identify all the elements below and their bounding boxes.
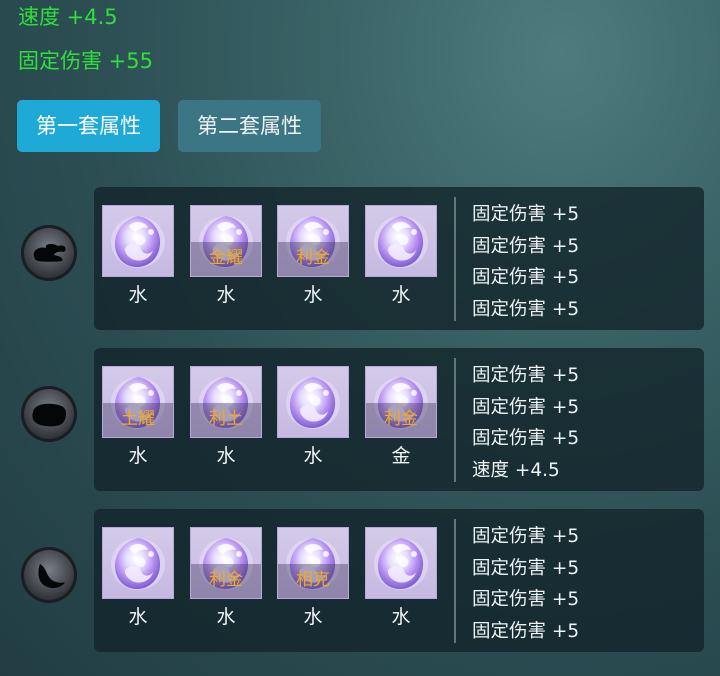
stat-line: 固定伤害 +5 <box>472 428 580 449</box>
gem-frame <box>277 366 349 438</box>
gem-frame <box>365 205 437 277</box>
gem-slot[interactable]: 相克 水 <box>277 527 349 629</box>
gem-bonus-tag: 相克 <box>278 564 348 598</box>
gem-element-label: 水 <box>391 284 411 306</box>
gem-element-label: 水 <box>303 284 323 306</box>
tab-attribute-set-1[interactable]: 第一套属性 <box>17 100 160 152</box>
stat-line: 固定伤害 +5 <box>472 396 580 418</box>
gem-frame: 利土 <box>190 366 262 438</box>
group-stat-list: 固定伤害 +5 固定伤害 +5 固定伤害 +5 速度 +4.5 <box>472 360 692 486</box>
gem-slot[interactable]: 水 <box>102 205 174 307</box>
group-divider <box>454 358 456 482</box>
water-gem-icon <box>366 206 436 276</box>
gem-frame: 利金 <box>190 527 262 599</box>
cloud-swirl-emblem-icon[interactable] <box>20 224 78 282</box>
set-bonus-speed: 速度 +4.5 <box>18 5 118 29</box>
gem-group-panel: 水 金耀 水 利金 水 水 固定伤害 +5 固定伤害 +5 固定伤害 +5 固定… <box>94 187 704 330</box>
gem-element-label: 水 <box>303 606 323 628</box>
stat-line: 固定伤害 +5 <box>472 589 580 610</box>
stat-line: 速度 +4.5 <box>472 459 560 481</box>
stat-line: 固定伤害 +5 <box>472 204 580 225</box>
gem-frame <box>365 527 437 599</box>
gem-frame: 相克 <box>277 527 349 599</box>
gem-bonus-tag: 利金 <box>278 242 348 276</box>
gem-slot[interactable]: 利金 水 <box>277 205 349 307</box>
tab-attribute-set-2[interactable]: 第二套属性 <box>178 100 321 152</box>
water-gem-icon <box>103 528 173 598</box>
gem-frame <box>102 527 174 599</box>
water-gem-icon <box>278 367 348 437</box>
gem-frame: 金耀 <box>190 205 262 277</box>
stat-line: 固定伤害 +5 <box>472 235 580 257</box>
gem-element-label: 水 <box>391 606 411 628</box>
gem-slot[interactable]: 水 <box>277 366 349 468</box>
gem-slot[interactable]: 水 <box>102 527 174 629</box>
gem-slot[interactable]: 金耀 水 <box>190 205 262 307</box>
stat-line: 固定伤害 +5 <box>472 267 580 288</box>
stat-line: 固定伤害 +5 <box>472 557 580 579</box>
gem-slot[interactable]: 水 <box>365 527 437 629</box>
gem-element-label: 金 <box>391 445 411 467</box>
stone-emblem-icon[interactable] <box>20 385 78 443</box>
stat-line: 固定伤害 +5 <box>472 526 580 547</box>
gem-bonus-tag: 金耀 <box>191 242 261 276</box>
group-divider <box>454 197 456 321</box>
gem-element-label: 水 <box>128 445 148 467</box>
gem-element-label: 水 <box>128 284 148 306</box>
gem-slot[interactable]: 水 <box>365 205 437 307</box>
gem-frame <box>102 205 174 277</box>
stat-line: 固定伤害 +5 <box>472 298 580 320</box>
gem-group-panel: 土耀 水 利土 水 水 利金 金 固定伤害 +5 固定伤害 +5 固定伤害 +5… <box>94 348 704 491</box>
gem-group-panel: 水 利金 水 相克 水 水 固定伤害 +5 固定伤害 +5 固定伤害 +5 固定… <box>94 509 704 652</box>
droplet-emblem-icon[interactable] <box>20 546 78 604</box>
water-gem-icon <box>366 528 436 598</box>
stat-line: 固定伤害 +5 <box>472 365 580 386</box>
gem-slot[interactable]: 利金 金 <box>365 366 437 468</box>
gem-frame: 利金 <box>365 366 437 438</box>
group-stat-list: 固定伤害 +5 固定伤害 +5 固定伤害 +5 固定伤害 +5 <box>472 521 692 647</box>
gem-element-label: 水 <box>216 606 236 628</box>
gem-element-label: 水 <box>216 445 236 467</box>
gem-frame: 利金 <box>277 205 349 277</box>
gem-frame: 土耀 <box>102 366 174 438</box>
group-stat-list: 固定伤害 +5 固定伤害 +5 固定伤害 +5 固定伤害 +5 <box>472 199 692 325</box>
set-bonus-fixed-damage: 固定伤害 +55 <box>18 49 153 73</box>
gem-element-label: 水 <box>303 445 323 467</box>
gem-element-label: 水 <box>216 284 236 306</box>
gem-bonus-tag: 利土 <box>191 403 261 437</box>
gem-bonus-tag: 利金 <box>366 403 436 437</box>
gem-slot[interactable]: 土耀 水 <box>102 366 174 468</box>
gem-bonus-tag: 土耀 <box>103 403 173 437</box>
stat-line: 固定伤害 +5 <box>472 620 580 642</box>
gem-element-label: 水 <box>128 606 148 628</box>
gem-slot[interactable]: 利土 水 <box>190 366 262 468</box>
gem-slot[interactable]: 利金 水 <box>190 527 262 629</box>
group-divider <box>454 519 456 643</box>
water-gem-icon <box>103 206 173 276</box>
gem-bonus-tag: 利金 <box>191 564 261 598</box>
